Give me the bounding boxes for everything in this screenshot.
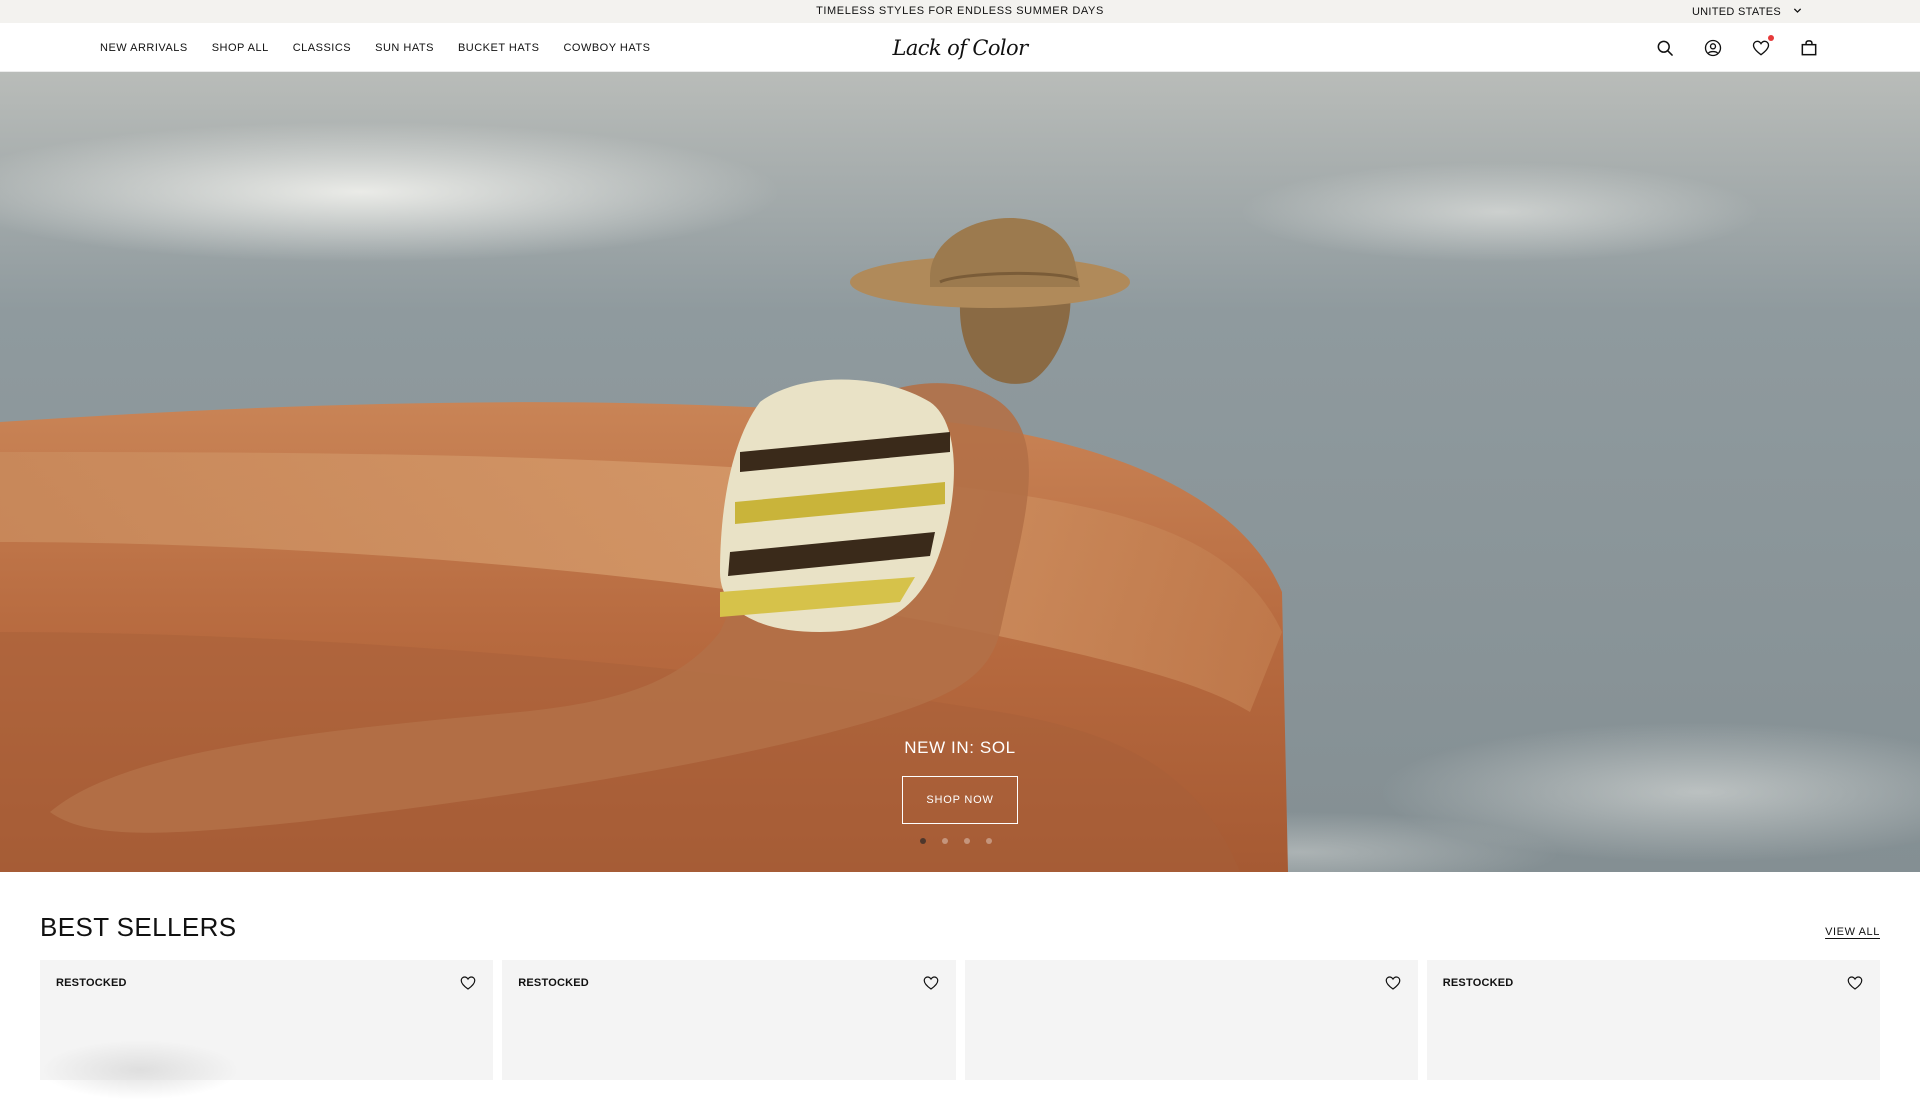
product-card[interactable]: RESTOCKED (40, 960, 494, 1080)
site-header: NEW ARRIVALS SHOP ALL CLASSICS SUN HATS … (0, 23, 1920, 72)
nav-shop-all[interactable]: SHOP ALL (212, 42, 269, 54)
hero-banner[interactable]: NEW IN: SOL SHOP NOW (0, 72, 1920, 872)
nav-sun-hats[interactable]: SUN HATS (375, 42, 434, 54)
announcement-text: TIMELESS STYLES FOR ENDLESS SUMMER DAYS (816, 5, 1104, 17)
slide-dot-4[interactable] (986, 838, 992, 844)
product-card[interactable]: RESTOCKED (1426, 960, 1880, 1080)
wishlist-heart-icon[interactable] (1384, 974, 1404, 994)
slide-dot-3[interactable] (964, 838, 970, 844)
view-all-link[interactable]: VIEW ALL (1825, 926, 1880, 938)
product-grid: RESTOCKED RESTOCKED RESTOCKED (40, 960, 1880, 1080)
wishlist-heart-icon[interactable] (922, 974, 942, 994)
announcement-bar: TIMELESS STYLES FOR ENDLESS SUMMER DAYS … (0, 0, 1920, 23)
slide-indicators (920, 838, 992, 844)
product-card[interactable]: RESTOCKED (502, 960, 956, 1080)
wishlist-heart-icon[interactable] (1846, 974, 1866, 994)
wishlist-badge (1768, 34, 1774, 41)
brand-logo[interactable]: Lack of Color (892, 36, 1028, 60)
country-label: UNITED STATES (1691, 5, 1781, 18)
product-badge: RESTOCKED (56, 977, 127, 989)
nav-cowboy-hats[interactable]: COWBOY HATS (563, 42, 650, 54)
product-badge: RESTOCKED (1442, 977, 1514, 989)
nav-bucket-hats[interactable]: BUCKET HATS (458, 42, 540, 54)
product-card[interactable] (964, 960, 1418, 1080)
nav-classics[interactable]: CLASSICS (293, 42, 351, 54)
header-icons (1654, 23, 1820, 72)
country-selector[interactable]: UNITED STATES (1692, 0, 1802, 23)
best-sellers-title: BEST SELLERS (40, 912, 237, 942)
slide-dot-1[interactable] (920, 838, 926, 844)
main-nav: NEW ARRIVALS SHOP ALL CLASSICS SUN HATS … (100, 23, 650, 72)
heart-icon[interactable] (1750, 34, 1774, 59)
search-icon[interactable] (1654, 37, 1676, 59)
shop-now-button[interactable]: SHOP NOW (902, 776, 1018, 824)
hero-title: NEW IN: SOL (904, 738, 1016, 757)
bag-icon[interactable] (1798, 37, 1820, 59)
product-badge: RESTOCKED (518, 977, 589, 989)
chevron-down-icon (1793, 6, 1802, 18)
nav-new-arrivals[interactable]: NEW ARRIVALS (100, 42, 188, 54)
wishlist-heart-icon[interactable] (459, 974, 479, 994)
account-icon[interactable] (1702, 37, 1724, 59)
slide-dot-2[interactable] (942, 838, 948, 844)
